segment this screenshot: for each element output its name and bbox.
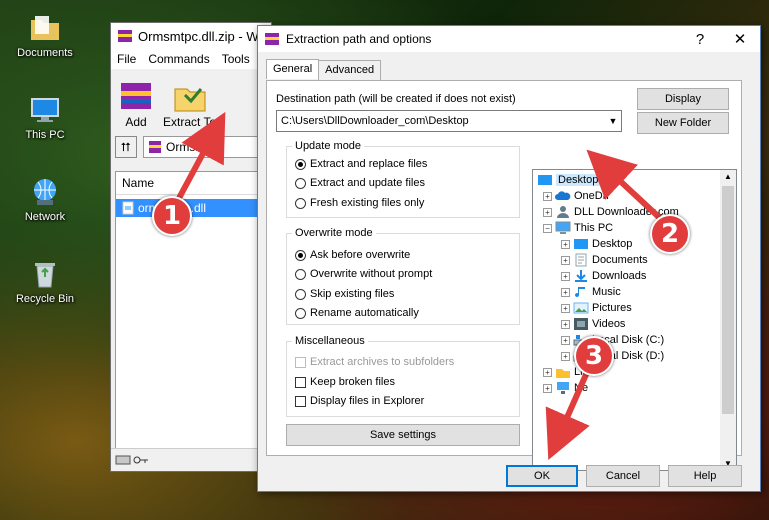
callout-step-2: 2 xyxy=(650,214,690,254)
callout-step-3: 3 xyxy=(574,336,614,376)
arrow-to-extract-to xyxy=(175,111,226,202)
tab-general[interactable]: General xyxy=(266,59,320,79)
arrow-to-ok xyxy=(545,368,591,460)
callout-step-1: 1 xyxy=(152,196,192,236)
arrow-to-desktop xyxy=(586,149,665,223)
annotation-arrows xyxy=(175,111,665,460)
